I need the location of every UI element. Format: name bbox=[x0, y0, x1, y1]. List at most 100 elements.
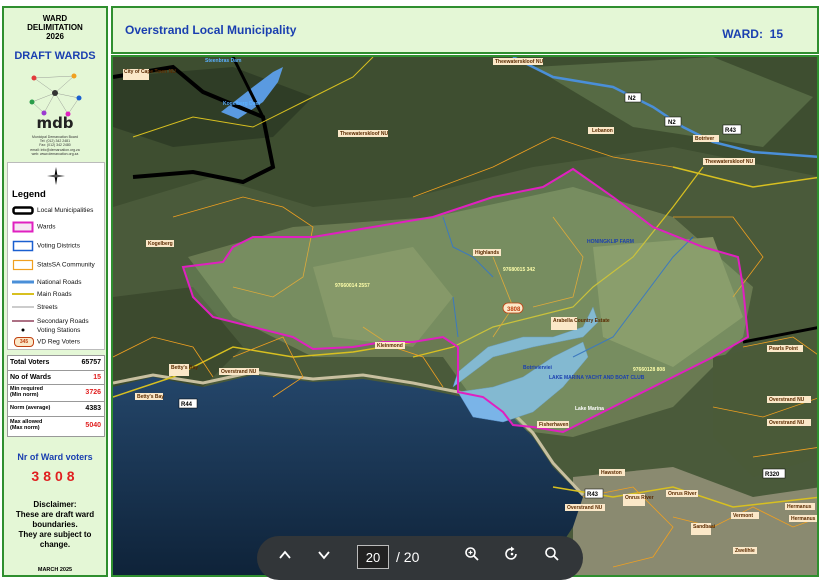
legend-label: Wards bbox=[37, 223, 56, 231]
ward-label: WARD: bbox=[722, 27, 763, 41]
magenta-outline-swatch bbox=[12, 221, 34, 233]
dark-red-line-swatch bbox=[12, 320, 34, 322]
legend-label: Secondary Roads bbox=[37, 318, 89, 325]
stats-label: Total Voters bbox=[10, 359, 50, 366]
stats-label: Min required (Min norm) bbox=[10, 386, 44, 398]
map-view[interactable]: N2 N2 R43 R44 R43 R320 3808 City of Cape… bbox=[111, 55, 819, 577]
svg-text:Betty's Bay: Betty's Bay bbox=[171, 365, 198, 371]
legend-item-national-roads: National Roads bbox=[12, 279, 81, 286]
search-button[interactable] bbox=[540, 546, 564, 570]
legend-label: Main Roads bbox=[37, 291, 72, 298]
svg-text:Vermont: Vermont bbox=[733, 513, 753, 519]
mdb-logo-text: mdb bbox=[36, 114, 74, 132]
svg-text:97660014 2557: 97660014 2557 bbox=[335, 283, 370, 289]
chevron-up-icon bbox=[279, 550, 291, 559]
svg-text:City of Cape Town NU: City of Cape Town NU bbox=[124, 69, 176, 75]
svg-text:Arabella Country Estate: Arabella Country Estate bbox=[553, 318, 610, 324]
svg-text:Botriver: Botriver bbox=[695, 136, 714, 142]
svg-text:Overstrand NU: Overstrand NU bbox=[221, 369, 257, 375]
svg-text:Hawston: Hawston bbox=[601, 470, 622, 476]
legend-item-secondary-roads: Secondary Roads bbox=[12, 318, 89, 325]
zoom-in-icon bbox=[465, 547, 479, 561]
search-icon bbox=[545, 547, 559, 561]
next-page-button[interactable] bbox=[312, 546, 336, 570]
legend-title: Legend bbox=[12, 189, 46, 200]
legend-label: StatsSA Community bbox=[37, 261, 95, 269]
svg-text:Hermanus: Hermanus bbox=[787, 504, 812, 510]
nr-ward-voters-label: Nr of Ward voters bbox=[17, 452, 93, 462]
legend-label: Local Municipalities bbox=[37, 207, 94, 215]
svg-text:HONINGKLIP FARM: HONINGKLIP FARM bbox=[587, 239, 634, 245]
legend-item-main-roads: Main Roads bbox=[12, 291, 72, 298]
stats-value: 4383 bbox=[85, 405, 101, 412]
legend-item-statssa-community: StatsSA Community bbox=[12, 259, 95, 271]
nr-ward-voters-value: 3808 bbox=[31, 468, 79, 484]
mdb-web: web: www.demarcation.org.za bbox=[31, 151, 79, 156]
svg-text:Overstrand NU: Overstrand NU bbox=[769, 420, 805, 426]
mdb-contact-info: Municipal Demarcation Board Tel: (012) 3… bbox=[8, 135, 102, 156]
blue-line-swatch bbox=[12, 280, 34, 284]
number-badge-swatch: 345 bbox=[14, 337, 34, 347]
zoom-in-button[interactable] bbox=[460, 546, 484, 570]
stats-value: 65757 bbox=[81, 359, 101, 366]
svg-text:R44: R44 bbox=[181, 402, 193, 408]
ward-number: 15 bbox=[769, 27, 783, 41]
svg-text:R320: R320 bbox=[765, 472, 780, 478]
yellow-line-swatch bbox=[12, 293, 34, 296]
legend-item-voting-stations: Voting Stations bbox=[12, 327, 80, 334]
stats-row-no-of-wards: No of Wards 15 bbox=[8, 371, 104, 385]
disclaimer: Disclaimer: These are draft ward boundar… bbox=[8, 500, 102, 550]
svg-text:Kogelberg: Kogelberg bbox=[148, 241, 173, 247]
map-header: Overstrand Local Municipality WARD: 15 bbox=[111, 6, 819, 54]
svg-text:R43: R43 bbox=[587, 492, 599, 498]
draft-wards-title: DRAFT WARDS bbox=[14, 50, 96, 62]
vd-reg-voters-count: 3808 bbox=[507, 307, 521, 313]
svg-text:Onrus River: Onrus River bbox=[668, 491, 697, 497]
legend-item-local-municipalities: Local Municipalities bbox=[12, 206, 93, 215]
page-number-input[interactable]: 20 bbox=[357, 545, 389, 569]
svg-text:97680015 342: 97680015 342 bbox=[503, 267, 535, 273]
ward-map-page: WARD DELIMITATION 2026 DRAFT WARDS mdb M… bbox=[0, 0, 823, 581]
svg-text:Overstrand NU: Overstrand NU bbox=[567, 505, 603, 511]
svg-text:Kleinmond: Kleinmond bbox=[377, 343, 403, 349]
svg-text:Theewaterskloof NU: Theewaterskloof NU bbox=[705, 159, 753, 165]
date-label: MARCH 2025 bbox=[37, 567, 73, 573]
svg-text:R43: R43 bbox=[725, 128, 737, 134]
stats-value: 15 bbox=[93, 374, 101, 381]
previous-page-button[interactable] bbox=[273, 546, 297, 570]
stats-row-max-allowed: Max allowed (Max norm) 5040 bbox=[8, 417, 104, 435]
orange-outline-swatch bbox=[12, 259, 34, 271]
rotate-button[interactable] bbox=[500, 546, 524, 570]
grey-line-swatch bbox=[12, 306, 34, 308]
title-line-2: DELIMITATION bbox=[27, 23, 83, 32]
legend-label: National Roads bbox=[37, 279, 82, 286]
svg-text:Sandbaai: Sandbaai bbox=[693, 524, 716, 530]
legend-label: Voting Stations bbox=[37, 327, 81, 334]
svg-text:Botrivierviei: Botrivierviei bbox=[523, 365, 553, 371]
svg-text:Lake Marina: Lake Marina bbox=[575, 406, 604, 412]
svg-text:97660128 808: 97660128 808 bbox=[633, 367, 665, 373]
svg-text:N2: N2 bbox=[628, 96, 636, 102]
legend-label: VD Reg Voters bbox=[37, 338, 80, 346]
black-outline-swatch bbox=[12, 206, 34, 215]
svg-text:Zwelihle: Zwelihle bbox=[735, 548, 755, 554]
svg-text:Theewaterskloof NU: Theewaterskloof NU bbox=[340, 131, 388, 137]
municipality-title: Overstrand Local Municipality bbox=[125, 23, 297, 37]
svg-text:Overstrand NU: Overstrand NU bbox=[769, 397, 805, 403]
sidebar-panel: WARD DELIMITATION 2026 DRAFT WARDS mdb M… bbox=[2, 6, 108, 577]
map-canvas[interactable]: N2 N2 R43 R44 R43 R320 3808 City of Cape… bbox=[113, 57, 819, 577]
svg-text:LAKE MARINA YACHT AND BOAT CLU: LAKE MARINA YACHT AND BOAT CLUB bbox=[549, 375, 645, 381]
legend-label: Streets bbox=[37, 304, 58, 311]
stats-label: Norm (average) bbox=[10, 405, 51, 411]
disclaimer-text: Disclaimer: These are draft ward boundar… bbox=[15, 500, 95, 549]
svg-text:Lebanon: Lebanon bbox=[592, 128, 613, 134]
legend-item-streets: Streets bbox=[12, 304, 58, 311]
stats-row-min-required: Min required (Min norm) 3726 bbox=[8, 385, 104, 402]
title-line-3: 2026 bbox=[46, 32, 64, 41]
legend: Legend Local Municipalities Wards Voting… bbox=[7, 162, 105, 350]
legend-item-wards: Wards bbox=[12, 221, 56, 233]
svg-text:N2: N2 bbox=[668, 120, 676, 126]
stats-row-total-voters: Total Voters 65757 bbox=[8, 356, 104, 371]
legend-item-vd-reg-voters: 345 VD Reg Voters bbox=[12, 337, 80, 347]
svg-text:Kogelberg Dam: Kogelberg Dam bbox=[223, 101, 261, 107]
